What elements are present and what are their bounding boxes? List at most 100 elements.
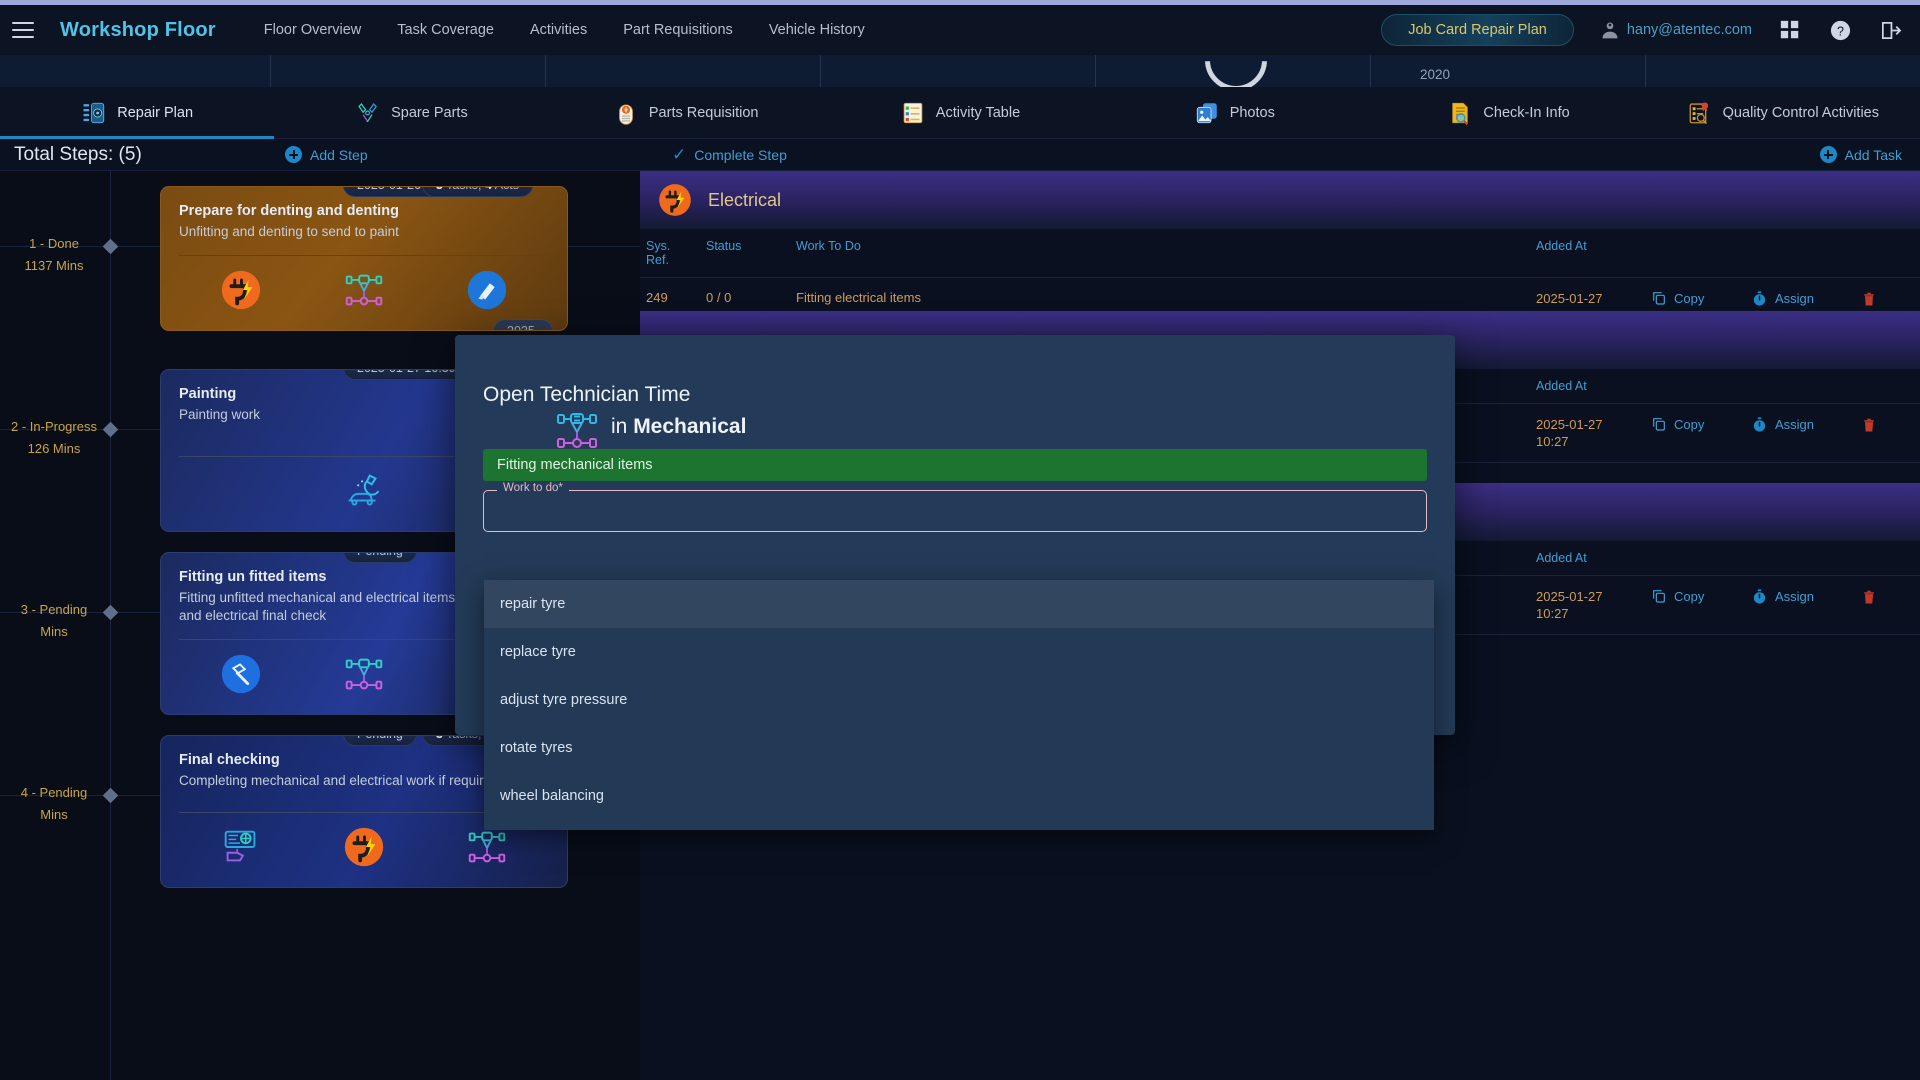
work-to-do-field-wrapper[interactable]: Work to do*	[483, 482, 1427, 532]
nav-item-part-requisitions[interactable]: Part Requisitions	[623, 22, 733, 38]
tab-label: Photos	[1229, 104, 1275, 121]
selected-task-banner: Fitting mechanical items	[483, 449, 1427, 481]
tasks-count: 3	[436, 187, 443, 192]
assign-button[interactable]: Assign	[1751, 416, 1814, 433]
step-minutes-label: Mins	[40, 624, 68, 639]
step-card-status-chip: Pending	[343, 553, 417, 563]
cell-delete[interactable]	[1855, 403, 1920, 463]
tab-label: Spare Parts	[391, 104, 468, 121]
assign-button[interactable]: Assign	[1751, 588, 1814, 605]
detail-group-header: Electrical	[640, 171, 1920, 229]
dropdown-option-replace-tyre[interactable]: replace tyre	[484, 628, 1434, 676]
tab-repair-plan[interactable]: Repair Plan	[0, 87, 275, 139]
spray-paint-icon	[348, 474, 380, 506]
trash-icon[interactable]	[1861, 290, 1877, 309]
nav-item-floor-overview[interactable]: Floor Overview	[264, 22, 362, 38]
check-in-info-icon	[1452, 102, 1469, 125]
acts-word: Acts	[495, 187, 519, 192]
step-card-status-chip: Pending	[343, 736, 417, 746]
complete-step-label: Complete Step	[694, 146, 787, 163]
step-card[interactable]: Prepare for denting and denting Unfittin…	[160, 186, 568, 331]
tab-check-in-info[interactable]: Check-In Info	[1371, 87, 1645, 139]
tab-parts-requisition[interactable]: Parts Requisition	[549, 87, 823, 139]
module-tabs: Repair Plan Spare Parts Parts Requisitio…	[0, 87, 1920, 139]
total-steps-label: Total Steps: (5)	[14, 143, 142, 165]
trash-icon[interactable]	[1861, 416, 1877, 435]
nav-item-vehicle-history[interactable]: Vehicle History	[769, 22, 865, 38]
copy-button[interactable]: Copy	[1651, 290, 1704, 306]
spare-parts-icon	[358, 102, 378, 122]
cell-delete[interactable]	[1855, 575, 1920, 635]
tab-activity-table[interactable]: Activity Table	[823, 87, 1097, 139]
tab-spare-parts[interactable]: Spare Parts	[274, 87, 548, 139]
column-header-added-at: Added At	[1530, 369, 1645, 404]
step-minutes-label: 126 Mins	[27, 441, 81, 456]
copy-label: Copy	[1674, 416, 1705, 432]
step-card-end-chip: 2025-	[493, 319, 553, 330]
check-icon: ✓	[672, 145, 687, 164]
dropdown-option-repair-tyre[interactable]: repair tyre	[484, 580, 1434, 628]
complete-step-button[interactable]: ✓ Complete Step	[672, 146, 787, 163]
column-header-added-at: Added At	[1530, 229, 1645, 278]
progress-ring-clipped	[1205, 61, 1267, 87]
dropdown-option-adjust-tyre-pressure[interactable]: adjust tyre pressure	[484, 676, 1434, 724]
column-header-status: Status	[700, 229, 790, 278]
added-at-date: 2025-01-27	[1536, 291, 1603, 306]
user-chip[interactable]: hany@atentec.com	[1600, 20, 1752, 40]
dropdown-option-wheel-balancing[interactable]: wheel balancing	[484, 772, 1434, 820]
job-card-repair-plan-button[interactable]: Job Card Repair Plan	[1381, 14, 1574, 46]
table-header-row: Sys. Ref. Status Work To Do Added At	[640, 229, 1920, 278]
avatar-icon	[1602, 22, 1618, 39]
work-to-do-options-dropdown[interactable]: repair tyre replace tyre adjust tyre pre…	[484, 580, 1434, 830]
activity-table-icon	[903, 102, 923, 123]
header-right-cluster: Job Card Repair Plan hany@atentec.com ?	[1381, 14, 1920, 46]
acts-count: 4	[485, 187, 492, 192]
cell-added-at: 2025-01-27 10:27	[1530, 403, 1645, 463]
column-header-assign-spacer	[1745, 229, 1855, 278]
step-card-description: Unfitting and denting to send to paint	[179, 224, 399, 239]
added-at-date: 2025-01-27	[1536, 417, 1603, 432]
add-task-button[interactable]: Add Task	[1819, 146, 1902, 163]
mechanical-icon	[557, 413, 597, 448]
user-email-label: hany@atentec.com	[1626, 22, 1752, 38]
dropdown-option-rotate-tyres[interactable]: rotate tyres	[484, 724, 1434, 772]
step-minutes-label: 1137 Mins	[24, 258, 84, 273]
copy-icon	[1653, 590, 1665, 603]
trash-icon[interactable]	[1861, 588, 1877, 607]
tab-quality-control-activities[interactable]: Quality Control Activities	[1646, 87, 1920, 139]
cell-assign[interactable]: Assign	[1745, 403, 1855, 463]
dialog-subtitle-prefix: in	[611, 415, 634, 438]
logout-icon[interactable]	[1878, 18, 1902, 42]
step-minutes-label: Mins	[40, 807, 68, 822]
cell-assign[interactable]: Assign	[1745, 575, 1855, 635]
mechanical-icon	[345, 658, 383, 690]
work-to-do-input[interactable]	[485, 491, 1425, 531]
cell-copy[interactable]: Copy	[1645, 403, 1745, 463]
step-card-counts-chip: 3 Tasks, 4 Acts	[421, 187, 533, 197]
hamburger-icon[interactable]	[12, 22, 34, 38]
copy-button[interactable]: Copy	[1651, 416, 1704, 432]
grid-apps-icon[interactable]	[1778, 18, 1802, 42]
nav-item-task-coverage[interactable]: Task Coverage	[397, 22, 494, 38]
dialog-subtitle-section: Mechanical	[633, 415, 747, 438]
tab-label: Check-In Info	[1483, 104, 1570, 121]
brand-title: Workshop Floor	[60, 18, 216, 41]
assign-button[interactable]: Assign	[1751, 290, 1814, 307]
divider	[179, 255, 549, 256]
column-header-added-at: Added At	[1530, 541, 1645, 576]
vehicle-info-strip-clipped: 2020	[0, 55, 1920, 87]
help-circle-icon[interactable]: ?	[1828, 18, 1852, 42]
tab-label: Repair Plan	[117, 104, 194, 121]
add-step-button[interactable]: Add Step	[285, 146, 368, 163]
step-card-title: Prepare for denting and denting	[179, 203, 399, 219]
tab-photos[interactable]: Photos	[1097, 87, 1371, 139]
assign-label: Assign	[1775, 589, 1815, 604]
app-header: Workshop Floor Floor Overview Task Cover…	[0, 5, 1920, 55]
step-card-icon-row	[179, 262, 549, 318]
electrical-icon	[221, 270, 260, 310]
nav-item-activities[interactable]: Activities	[530, 22, 587, 38]
tasks-word: Tasks,	[446, 187, 481, 192]
copy-button[interactable]: Copy	[1651, 588, 1704, 604]
copy-label: Copy	[1674, 588, 1705, 604]
cell-copy[interactable]: Copy	[1645, 575, 1745, 635]
